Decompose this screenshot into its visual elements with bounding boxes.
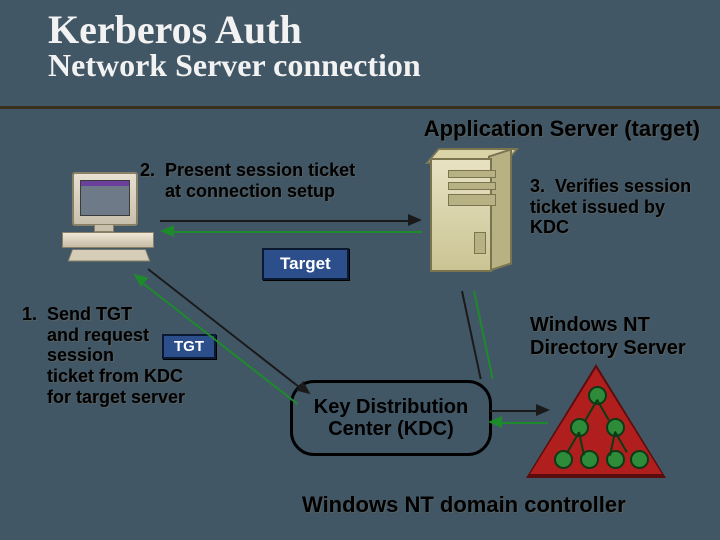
title-block: Kerberos Auth Network Server connection	[48, 6, 421, 84]
page-title: Kerberos Auth	[48, 6, 421, 53]
domain-controller-label: Windows NT domain controller	[302, 492, 626, 518]
page-subtitle: Network Server connection	[48, 47, 421, 84]
arrow-line	[490, 410, 538, 412]
arrow-head-icon	[536, 404, 550, 416]
step-2: 2. Present session ticket at connection …	[140, 160, 355, 201]
arrow-line	[172, 231, 422, 233]
tgt-badge: TGT	[162, 334, 216, 359]
title-rule	[0, 106, 720, 109]
nt-directory-label: Windows NT Directory Server	[530, 314, 690, 360]
client-computer-icon	[62, 172, 162, 262]
arrow-head-icon	[408, 214, 422, 226]
app-server-label: Application Server (target)	[424, 116, 700, 142]
domain-controller-icon	[530, 368, 670, 488]
arrow-line	[500, 422, 548, 424]
step-3: 3. Verifies session ticket issued by KDC	[530, 176, 700, 238]
kdc-box: Key Distribution Center (KDC)	[290, 380, 492, 456]
arrow-line	[160, 220, 410, 222]
target-badge: Target	[262, 248, 349, 280]
arrow-head-icon	[160, 225, 174, 237]
server-icon	[420, 158, 512, 286]
arrow-head-icon	[488, 416, 502, 428]
arrow-line	[461, 291, 482, 379]
